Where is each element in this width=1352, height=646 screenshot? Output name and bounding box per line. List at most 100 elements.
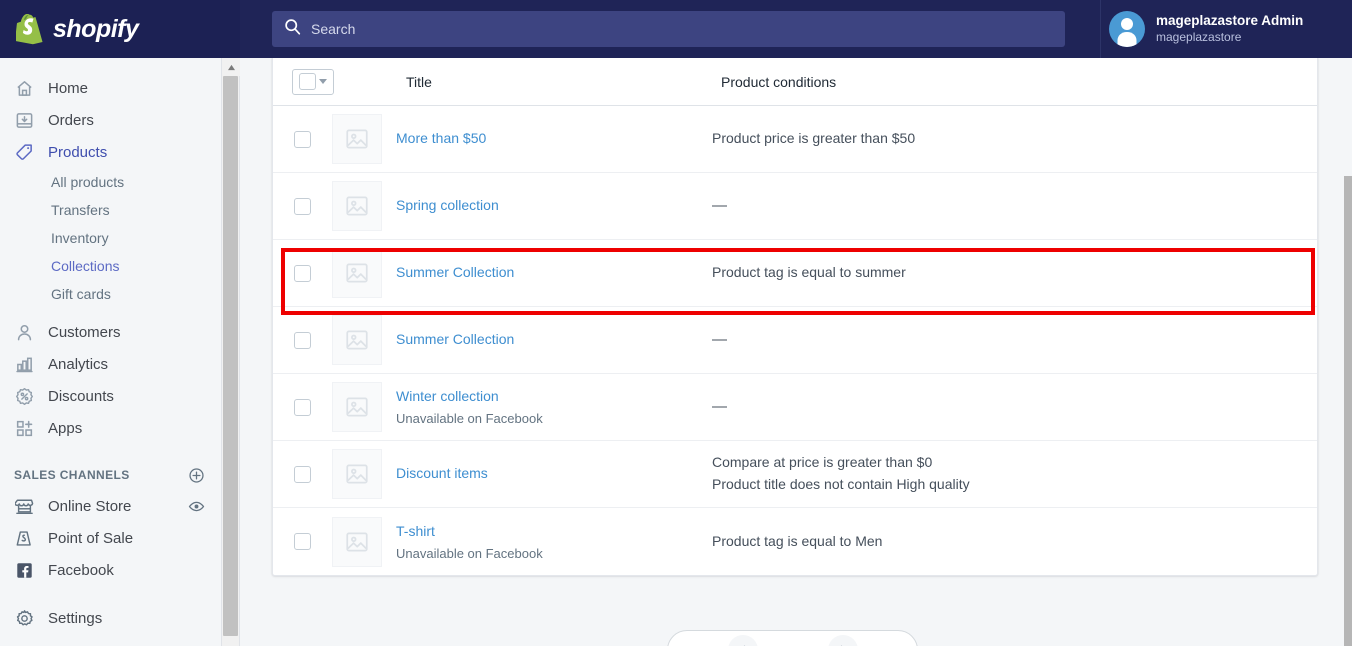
sidebar-item-label: Online Store bbox=[48, 497, 132, 515]
column-header-title: Title bbox=[406, 73, 432, 90]
sidebar-item-home[interactable]: Home bbox=[0, 72, 221, 104]
next-page-button[interactable] bbox=[827, 635, 858, 646]
row-conditions-cell: Product price is greater than $50 bbox=[712, 128, 915, 150]
customers-icon bbox=[14, 322, 34, 342]
sidebar-subitem-gift-cards[interactable]: Gift cards bbox=[0, 280, 221, 308]
table-row[interactable]: Spring collection — bbox=[273, 173, 1317, 240]
sidebar-subitem-all-products[interactable]: All products bbox=[0, 168, 221, 196]
sidebar-item-label: Customers bbox=[48, 323, 121, 341]
row-conditions-cell: Product tag is equal to Men bbox=[712, 531, 882, 553]
sidebar-item-orders[interactable]: Orders bbox=[0, 104, 221, 136]
store-icon bbox=[14, 496, 34, 516]
scroll-up-arrow-icon[interactable] bbox=[222, 58, 240, 76]
sidebar-item-label: Facebook bbox=[48, 561, 114, 579]
collection-title-link[interactable]: More than $50 bbox=[396, 130, 486, 146]
collection-thumbnail-icon bbox=[332, 449, 382, 499]
sidebar-scrollbar[interactable] bbox=[222, 58, 240, 646]
row-checkbox[interactable] bbox=[294, 331, 311, 349]
condition-text: — bbox=[712, 331, 727, 349]
sidebar-item-analytics[interactable]: Analytics bbox=[0, 348, 221, 380]
table-header-row: Title Product conditions bbox=[273, 58, 1317, 106]
user-identity: mageplazastore Admin mageplazastore bbox=[1156, 13, 1303, 45]
sidebar-item-point-of-sale[interactable]: Point of Sale bbox=[0, 522, 221, 554]
sidebar-item-discounts[interactable]: Discounts bbox=[0, 380, 221, 412]
collection-title-link[interactable]: Summer Collection bbox=[396, 331, 514, 347]
sidebar-scrollbar-thumb[interactable] bbox=[223, 76, 238, 636]
collection-subtitle: Unavailable on Facebook bbox=[396, 545, 543, 561]
row-checkbox[interactable] bbox=[294, 130, 311, 148]
pos-icon bbox=[14, 528, 34, 548]
sidebar-item-customers[interactable]: Customers bbox=[0, 316, 221, 348]
top-bar: shopify Search mageplazastore Admin mage… bbox=[0, 0, 1352, 58]
row-title-cell: Discount items bbox=[396, 463, 712, 485]
page-scrollbar-thumb[interactable] bbox=[1344, 176, 1352, 646]
sidebar-subitem-collections[interactable]: Collections bbox=[0, 252, 221, 280]
avatar bbox=[1109, 11, 1145, 47]
sidebar-subitem-inventory[interactable]: Inventory bbox=[0, 224, 221, 252]
select-all-control[interactable] bbox=[292, 68, 334, 95]
row-title-cell: T-shirt Unavailable on Facebook bbox=[396, 521, 712, 562]
sales-channels-title: SALES CHANNELS bbox=[14, 468, 130, 482]
shopify-bag-icon bbox=[16, 13, 44, 45]
row-checkbox[interactable] bbox=[294, 398, 311, 416]
sidebar-settings-gap bbox=[0, 586, 221, 602]
condition-text: Product tag is equal to summer bbox=[712, 264, 906, 281]
sidebar-divider-gap bbox=[0, 444, 221, 460]
collection-title-link[interactable]: Winter collection bbox=[396, 388, 499, 404]
collection-thumbnail-icon bbox=[332, 516, 382, 567]
collections-card: Title Product conditions More than $50 P… bbox=[272, 58, 1318, 576]
sidebar-subitem-label: Gift cards bbox=[51, 286, 111, 302]
table-row[interactable]: Summer Collection Product tag is equal t… bbox=[273, 240, 1317, 307]
collection-title-link[interactable]: Discount items bbox=[396, 465, 488, 481]
shopify-logo[interactable]: shopify bbox=[0, 0, 240, 58]
collection-title-link[interactable]: Spring collection bbox=[396, 197, 499, 213]
sidebar-item-online-store[interactable]: Online Store bbox=[0, 490, 221, 522]
chevron-down-icon[interactable] bbox=[319, 79, 327, 84]
user-menu[interactable]: mageplazastore Admin mageplazastore bbox=[1100, 0, 1352, 58]
table-row[interactable]: More than $50 Product price is greater t… bbox=[273, 106, 1317, 173]
row-conditions-cell: Product tag is equal to summer bbox=[712, 262, 906, 284]
sidebar-item-apps[interactable]: Apps bbox=[0, 412, 221, 444]
column-header-conditions: Product conditions bbox=[721, 73, 837, 90]
condition-text: — bbox=[712, 398, 727, 416]
row-title-cell: Winter collection Unavailable on Faceboo… bbox=[396, 386, 712, 427]
table-row[interactable]: Summer Collection — bbox=[273, 307, 1317, 374]
row-checkbox[interactable] bbox=[294, 533, 311, 550]
table-row[interactable]: T-shirt Unavailable on Facebook Product … bbox=[273, 508, 1317, 575]
sidebar-item-products[interactable]: Products bbox=[0, 136, 221, 168]
row-conditions-cell: — bbox=[712, 395, 727, 418]
facebook-icon bbox=[14, 560, 34, 580]
row-conditions-cell: Compare at price is greater than $0 Prod… bbox=[712, 452, 970, 495]
collection-title-link[interactable]: Summer Collection bbox=[396, 264, 514, 280]
add-sales-channel-icon[interactable] bbox=[188, 467, 205, 484]
sales-channels-section-header: SALES CHANNELS bbox=[0, 460, 221, 490]
select-all-checkbox[interactable] bbox=[299, 73, 316, 90]
orders-icon bbox=[14, 110, 34, 130]
collection-thumbnail-icon bbox=[332, 181, 382, 231]
sidebar-item-label: Discounts bbox=[48, 387, 114, 405]
sidebar-item-label: Analytics bbox=[48, 355, 109, 373]
collection-thumbnail-icon bbox=[332, 114, 382, 164]
condition-text: Compare at price is greater than $0 bbox=[712, 454, 933, 471]
table-row[interactable]: Winter collection Unavailable on Faceboo… bbox=[273, 374, 1317, 441]
table-row[interactable]: Discount items Compare at price is great… bbox=[273, 441, 1317, 508]
home-icon bbox=[14, 78, 34, 98]
sidebar-item-facebook[interactable]: Facebook bbox=[0, 554, 221, 586]
sidebar-subitem-transfers[interactable]: Transfers bbox=[0, 196, 221, 224]
gear-icon bbox=[14, 608, 34, 628]
sidebar-item-label: Point of Sale bbox=[48, 529, 134, 547]
condition-text: Product title does not contain High qual… bbox=[712, 476, 970, 492]
row-checkbox[interactable] bbox=[294, 264, 311, 282]
search-input[interactable]: Search bbox=[272, 11, 1065, 47]
previous-page-button[interactable] bbox=[727, 635, 758, 646]
page-scrollbar[interactable] bbox=[1344, 58, 1352, 646]
collection-title-link[interactable]: T-shirt bbox=[396, 523, 435, 539]
search-icon bbox=[284, 18, 301, 40]
eye-icon[interactable] bbox=[188, 498, 205, 515]
sidebar-subitem-label: Transfers bbox=[51, 202, 110, 218]
row-checkbox[interactable] bbox=[294, 465, 311, 483]
sidebar-subitem-label: Collections bbox=[51, 258, 120, 274]
row-checkbox[interactable] bbox=[294, 197, 311, 215]
sidebar-item-settings[interactable]: Settings bbox=[0, 602, 221, 634]
row-title-cell: Summer Collection bbox=[396, 329, 712, 351]
